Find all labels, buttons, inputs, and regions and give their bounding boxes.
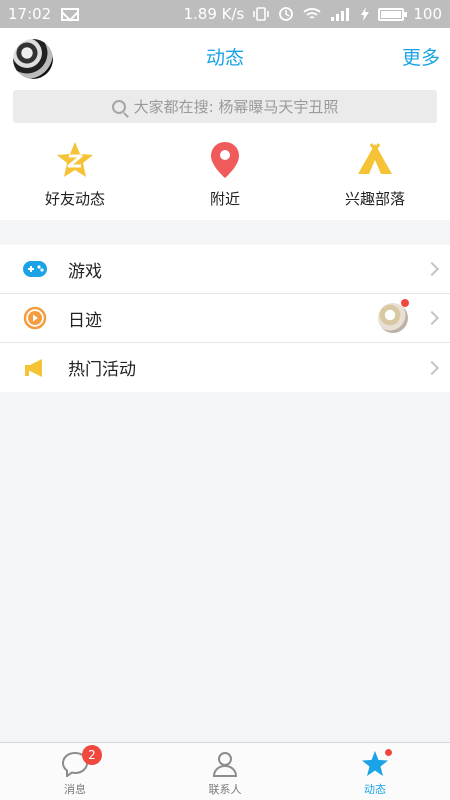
tab-label: 动态 <box>364 783 386 796</box>
search-input[interactable]: 大家都在搜: 杨幂曝马天宇丑照 <box>13 90 437 123</box>
quick-entry-label: 好友动态 <box>44 190 105 208</box>
page-title: 动态 <box>205 46 244 69</box>
chevron-right-icon <box>424 360 440 375</box>
header: 动态 更多 <box>0 28 450 84</box>
list-item-label: 日迹 <box>68 310 102 331</box>
alarm-icon <box>279 7 294 21</box>
list-item-daily-trace[interactable]: 日迹 <box>0 294 450 343</box>
status-bar: 17:02 1.89 K/s 100 <box>0 0 450 28</box>
battery-icon <box>378 7 408 21</box>
list-item-label: 游戏 <box>68 261 102 282</box>
tent-icon <box>353 138 397 182</box>
quick-entry-label: 附近 <box>209 190 240 208</box>
list-item-hot-events[interactable]: 热门活动 <box>0 343 450 392</box>
star-z-icon <box>53 138 97 182</box>
daily-trace-thumbnail <box>378 303 408 333</box>
chevron-right-icon <box>424 310 440 326</box>
signal-icon <box>331 8 350 21</box>
gamepad-icon <box>22 256 48 282</box>
tab-label: 联系人 <box>208 783 242 796</box>
quick-entries: 好友动态 附近 兴趣部落 <box>0 134 450 220</box>
megaphone-icon <box>22 355 48 381</box>
mail-icon <box>61 7 80 21</box>
quick-entry-label: 兴趣部落 <box>344 190 405 208</box>
tab-feed[interactable]: 动态 <box>300 743 450 800</box>
quick-entry-nearby[interactable]: 附近 <box>150 134 300 220</box>
list-item-label: 热门活动 <box>68 360 136 380</box>
play-circle-icon <box>22 305 48 331</box>
search-icon <box>111 99 126 114</box>
charging-icon <box>361 7 370 21</box>
tab-contacts[interactable]: 联系人 <box>150 743 300 800</box>
list-item-games[interactable]: 游戏 <box>0 245 450 294</box>
wifi-icon <box>303 8 321 19</box>
quick-entry-interest-tribe[interactable]: 兴趣部落 <box>300 134 450 220</box>
contacts-icon <box>210 749 240 779</box>
feature-list: 游戏 日迹 热门活动 <box>0 245 450 392</box>
search-section: 大家都在搜: 杨幂曝马天宇丑照 <box>0 84 450 134</box>
quick-entry-friends-feed[interactable]: 好友动态 <box>0 134 150 220</box>
tab-label: 消息 <box>64 783 86 796</box>
network-speed: 1.89 K/s <box>183 5 245 23</box>
battery-level: 100 <box>413 5 442 23</box>
feed-new-dot <box>385 749 392 756</box>
tab-messages[interactable]: 消息 2 <box>0 743 150 800</box>
location-pin-icon <box>203 138 247 182</box>
vibrate-icon <box>253 7 270 21</box>
new-dot <box>401 299 409 307</box>
status-time: 17:02 <box>8 5 52 23</box>
search-placeholder: 大家都在搜: 杨幂曝马天宇丑照 <box>133 98 339 116</box>
more-button[interactable]: 更多 <box>402 43 440 70</box>
unread-badge: 2 <box>82 745 102 765</box>
bottom-tab-bar: 消息 2 联系人 动态 <box>0 742 450 800</box>
chevron-right-icon <box>424 261 440 277</box>
avatar[interactable] <box>13 39 53 79</box>
